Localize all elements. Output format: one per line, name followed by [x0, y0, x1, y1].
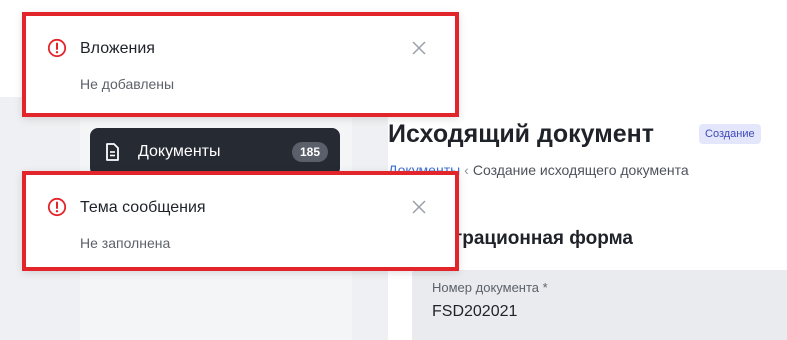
- count-badge: 185: [291, 142, 328, 162]
- close-icon[interactable]: [409, 197, 429, 217]
- notification-title: Вложения: [80, 40, 155, 57]
- sidebar-item-label: Документы: [138, 143, 221, 160]
- notification-attachments: Вложения Не добавлены: [22, 12, 459, 117]
- document-icon: [106, 143, 119, 161]
- document-number-field[interactable]: Номер документа * FSD202021: [412, 270, 787, 340]
- breadcrumb-current: Создание исходящего документа: [472, 162, 689, 178]
- close-icon[interactable]: [409, 38, 429, 58]
- chevron-left-icon: ‹: [464, 162, 469, 178]
- notification-title: Тема сообщения: [80, 199, 206, 216]
- alert-circle-icon: [47, 38, 67, 58]
- notification-text: Не заполнена: [80, 235, 171, 251]
- alert-circle-icon: [47, 197, 67, 217]
- notification-subject: Тема сообщения Не заполнена: [22, 171, 459, 271]
- status-badge: Создание: [699, 124, 761, 144]
- document-number-input[interactable]: FSD202021: [432, 303, 767, 321]
- field-label: Номер документа *: [432, 280, 548, 295]
- sidebar-item-documents[interactable]: Документы 185: [90, 128, 340, 176]
- page-title: Исходящий документ: [388, 120, 654, 148]
- app-window: Документы 185 Исходящий документ Создани…: [0, 0, 787, 340]
- notification-text: Не добавлены: [80, 76, 175, 92]
